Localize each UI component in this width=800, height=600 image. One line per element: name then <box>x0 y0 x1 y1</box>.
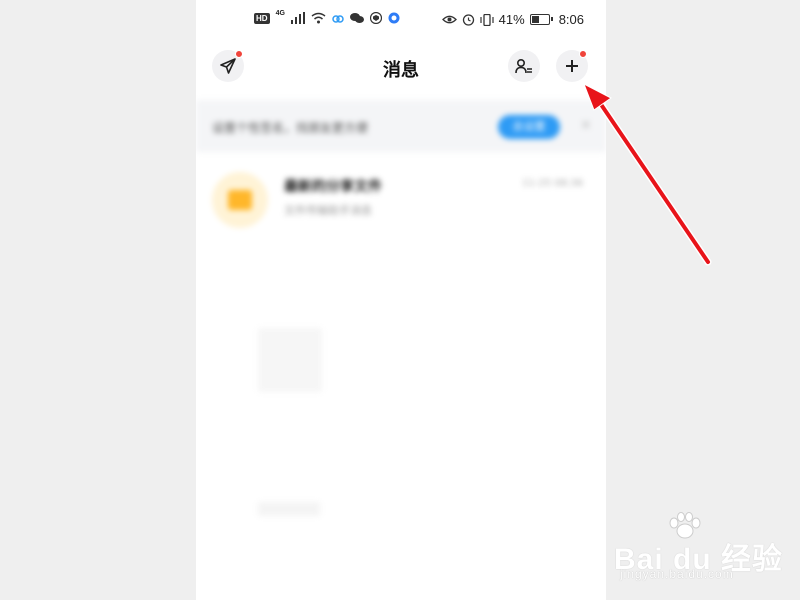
screen: HD 4G 41% 8:06 消息 设置个性签名，找朋友更方便 去设置 × 最新… <box>0 0 800 600</box>
watermark-url: jingyan.baidu.com <box>620 567 734 581</box>
annotation-arrow <box>583 82 712 266</box>
watermark: Bai du 经验 jingyan.baidu.com <box>612 512 792 592</box>
